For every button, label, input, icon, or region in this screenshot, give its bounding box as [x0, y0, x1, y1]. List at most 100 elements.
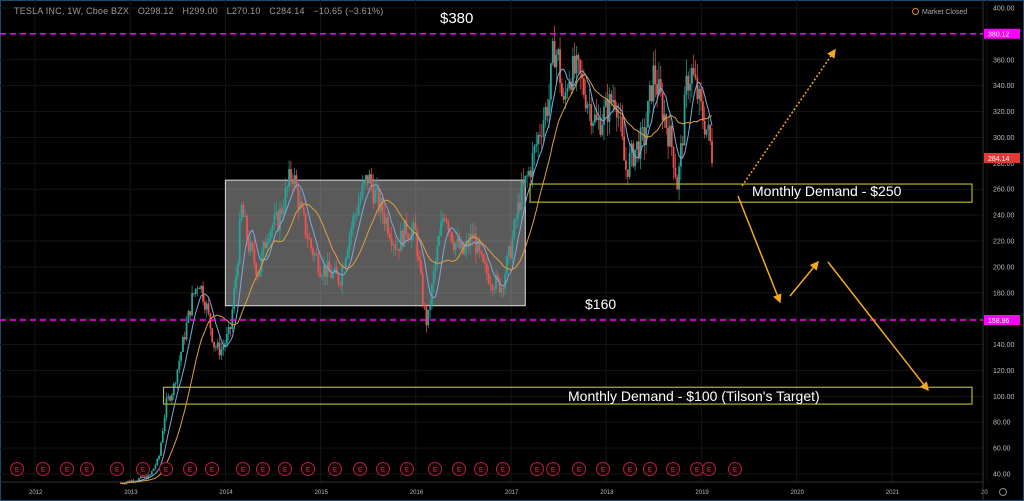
- market-status-label: Market Closed: [922, 9, 968, 16]
- candle-body: [176, 369, 179, 384]
- candle-body: [493, 288, 496, 290]
- candle-body: [623, 136, 626, 161]
- y-tick-label: 300.00: [993, 135, 1015, 142]
- candle-body: [535, 144, 538, 147]
- candle-body: [511, 237, 514, 259]
- candle-body: [308, 238, 311, 240]
- x-tick-label: 20: [981, 490, 988, 496]
- candle-body: [290, 169, 292, 179]
- candle-body: [520, 181, 523, 211]
- y-tick-label: 400.00: [993, 6, 1015, 13]
- earnings-marker-label: E: [433, 468, 437, 474]
- candle-body: [537, 134, 539, 145]
- candle-body: [399, 230, 402, 252]
- candle-body: [222, 346, 225, 350]
- candle-body: [231, 309, 234, 329]
- candle-body: [132, 480, 135, 482]
- candle-body: [590, 104, 593, 126]
- candle-body: [432, 271, 435, 285]
- candle-body: [315, 253, 318, 256]
- candle-body: [344, 258, 347, 268]
- candle-body: [207, 303, 210, 314]
- candle-body: [441, 218, 444, 222]
- earnings-marker-label: E: [577, 468, 581, 474]
- x-tick-label: 2018: [600, 490, 614, 496]
- candle-body: [150, 471, 153, 475]
- candle-body: [370, 174, 373, 186]
- earnings-marker-label: E: [15, 468, 19, 474]
- candle-body: [550, 63, 552, 100]
- earnings-marker-label: E: [41, 468, 45, 474]
- settings-icon: [999, 488, 1007, 496]
- candle-body: [603, 106, 605, 125]
- candle-body: [198, 288, 201, 290]
- candle-body: [200, 285, 203, 290]
- candle-body: [348, 235, 351, 251]
- candle-body: [357, 203, 360, 215]
- candle-body: [701, 101, 704, 121]
- earnings-marker-label: E: [671, 468, 675, 474]
- candle-body: [255, 263, 258, 275]
- candle-body: [158, 455, 161, 459]
- x-tick-label: 2021: [886, 490, 900, 496]
- candle-body: [286, 186, 289, 188]
- bullish-projection-arrow: [741, 48, 836, 187]
- candle-body: [141, 476, 144, 478]
- earnings-marker-label: E: [457, 468, 461, 474]
- candle-body: [337, 274, 340, 285]
- earnings-marker-label: E: [261, 468, 265, 474]
- candle-body: [266, 241, 269, 249]
- candle-body: [487, 273, 490, 284]
- candle-body: [498, 278, 501, 293]
- candle-body: [672, 146, 675, 168]
- candle-body: [485, 263, 488, 274]
- candle-body: [213, 341, 215, 348]
- y-tick-label: 220.00: [993, 238, 1015, 245]
- candle-body: [235, 275, 237, 288]
- candle-body: [359, 197, 362, 204]
- candle-body: [355, 214, 358, 216]
- candle-body: [313, 253, 316, 256]
- candle-body: [306, 234, 309, 239]
- candle-body: [692, 68, 695, 75]
- candle-body: [526, 175, 529, 177]
- candle-body: [280, 208, 283, 214]
- earnings-marker-label: E: [333, 468, 337, 474]
- candle-body: [193, 293, 195, 295]
- y-tick-label: 200.00: [993, 264, 1015, 271]
- candle-body: [346, 250, 349, 259]
- price-chart[interactable]: 400.00380.00360.00340.00320.00300.00280.…: [0, 0, 1024, 501]
- earnings-marker-label: E: [358, 468, 362, 474]
- candle-body: [509, 246, 512, 259]
- candle-body: [460, 241, 463, 249]
- bearish-projection-arrow: [737, 195, 782, 304]
- candle-body: [171, 395, 173, 401]
- earnings-marker-label: E: [695, 468, 699, 474]
- candle-body: [220, 349, 223, 356]
- candle-body: [423, 305, 426, 307]
- candle-body: [191, 293, 193, 316]
- candle-body: [522, 181, 525, 183]
- candle-body: [659, 79, 662, 93]
- candle-body: [626, 169, 629, 177]
- candle-body: [518, 202, 521, 211]
- candle-body: [584, 94, 587, 109]
- symbol-title[interactable]: TESLA INC, 1W, Cboe BZX: [14, 6, 129, 16]
- candle-body: [160, 442, 162, 456]
- candle-body: [513, 219, 516, 238]
- candle-body: [700, 88, 702, 102]
- earnings-marker-label: E: [479, 468, 483, 474]
- candle-body: [705, 129, 708, 135]
- annotation-demand-250: Monthly Demand - $250: [752, 183, 902, 199]
- candle-body: [517, 202, 519, 220]
- candle-body: [546, 106, 549, 116]
- candle-body: [685, 75, 688, 95]
- candle-body: [366, 175, 369, 184]
- candle-body: [427, 309, 430, 326]
- earnings-marker-label: E: [65, 468, 69, 474]
- candle-body: [271, 225, 274, 231]
- candle-body: [597, 117, 600, 120]
- earnings-marker-label: E: [381, 468, 385, 474]
- candle-body: [372, 185, 375, 204]
- candle-body: [678, 166, 680, 190]
